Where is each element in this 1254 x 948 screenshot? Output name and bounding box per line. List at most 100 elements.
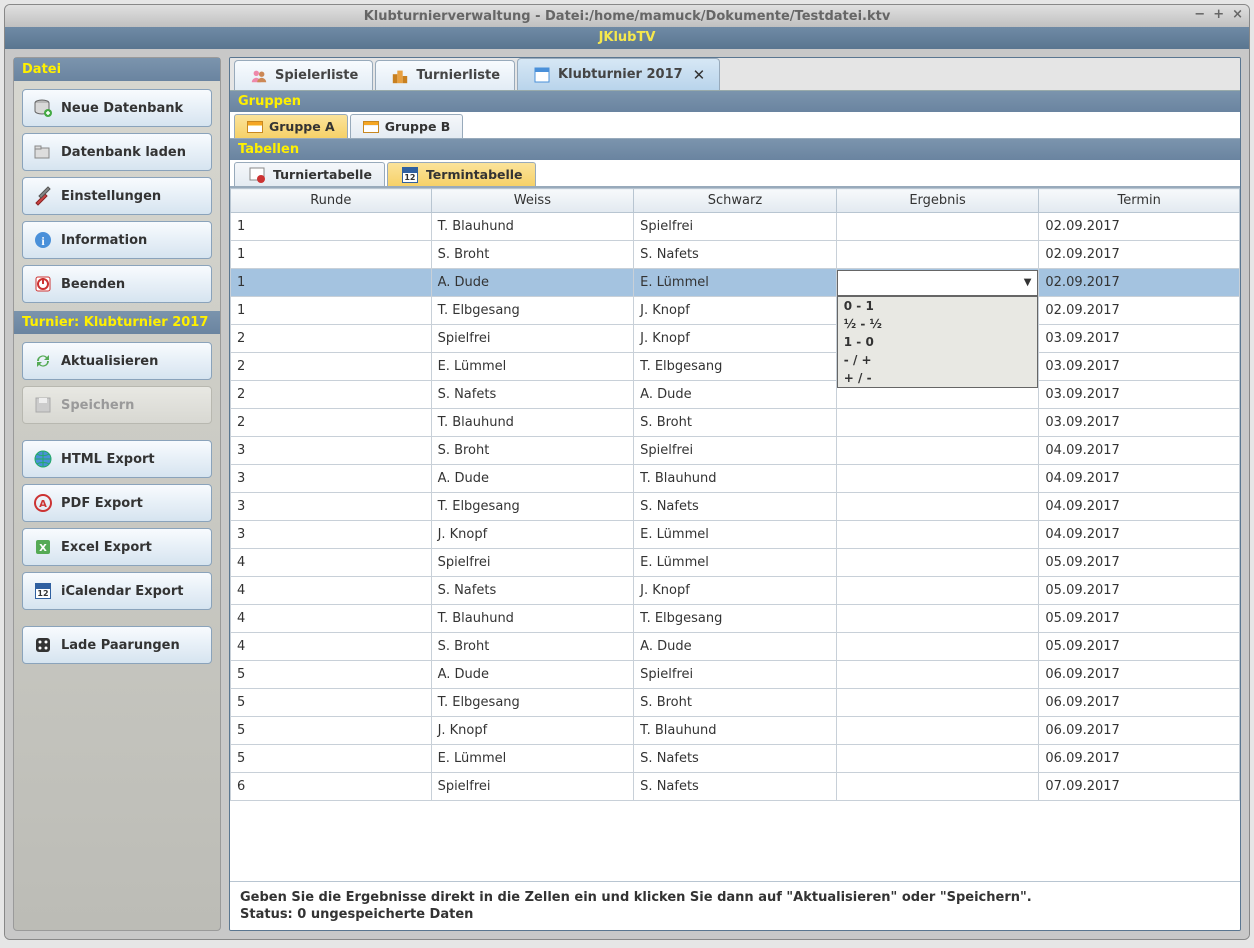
cell[interactable]: S. Broht bbox=[431, 633, 634, 661]
tab-tournaments[interactable]: Turnierliste bbox=[375, 60, 515, 90]
pdf-export-button[interactable]: A PDF Export bbox=[22, 484, 212, 522]
cell[interactable]: E. Lümmel bbox=[634, 549, 837, 577]
date-cell[interactable]: 07.09.2017 bbox=[1039, 773, 1240, 801]
icalendar-export-button[interactable]: iCalendar Export bbox=[22, 572, 212, 610]
minimize-icon[interactable]: − bbox=[1194, 7, 1205, 22]
cell[interactable]: 4 bbox=[231, 577, 432, 605]
refresh-button[interactable]: Aktualisieren bbox=[22, 342, 212, 380]
html-export-button[interactable]: HTML Export bbox=[22, 440, 212, 478]
cell[interactable]: Spielfrei bbox=[431, 773, 634, 801]
table-row[interactable]: 2S. NafetsA. Dude03.09.2017 bbox=[231, 381, 1240, 409]
result-cell[interactable] bbox=[836, 549, 1039, 577]
date-cell[interactable]: 05.09.2017 bbox=[1039, 605, 1240, 633]
cell[interactable]: 2 bbox=[231, 325, 432, 353]
maximize-icon[interactable]: + bbox=[1213, 7, 1224, 22]
cell[interactable]: 1 bbox=[231, 241, 432, 269]
date-cell[interactable]: 03.09.2017 bbox=[1039, 325, 1240, 353]
cell[interactable]: 2 bbox=[231, 409, 432, 437]
cell[interactable]: T. Blauhund bbox=[634, 717, 837, 745]
cell[interactable]: J. Knopf bbox=[634, 325, 837, 353]
cell[interactable]: E. Lümmel bbox=[431, 745, 634, 773]
date-cell[interactable]: 03.09.2017 bbox=[1039, 381, 1240, 409]
cell[interactable]: 2 bbox=[231, 353, 432, 381]
cell[interactable]: S. Broht bbox=[634, 689, 837, 717]
cell[interactable]: 3 bbox=[231, 521, 432, 549]
cell[interactable]: Spielfrei bbox=[634, 661, 837, 689]
table-row[interactable]: 5T. ElbgesangS. Broht 06.09.2017 bbox=[231, 689, 1240, 717]
cell[interactable]: 1 bbox=[231, 269, 432, 297]
cell[interactable]: 5 bbox=[231, 689, 432, 717]
table-row[interactable]: 1A. DudeE. Lümmel▼0 - 1½ - ½1 - 0- / ++ … bbox=[231, 269, 1240, 297]
cell[interactable]: 4 bbox=[231, 605, 432, 633]
dropdown-option[interactable]: ½ - ½ bbox=[838, 315, 1038, 333]
table-row[interactable]: 3T. ElbgesangS. Nafets 04.09.2017 bbox=[231, 493, 1240, 521]
cell[interactable]: T. Blauhund bbox=[431, 605, 634, 633]
result-cell[interactable]: ▼0 - 1½ - ½1 - 0- / ++ / - bbox=[836, 269, 1039, 297]
load-database-button[interactable]: Datenbank laden bbox=[22, 133, 212, 171]
date-cell[interactable]: 03.09.2017 bbox=[1039, 353, 1240, 381]
result-cell[interactable] bbox=[836, 633, 1039, 661]
cell[interactable]: 1 bbox=[231, 297, 432, 325]
dropdown-option[interactable]: + / - bbox=[838, 369, 1038, 387]
table-row[interactable]: 1T. ElbgesangJ. Knopf02.09.2017 bbox=[231, 297, 1240, 325]
table-row[interactable]: 3S. BrohtSpielfrei04.09.2017 bbox=[231, 437, 1240, 465]
cell[interactable]: A. Dude bbox=[634, 633, 837, 661]
table-row[interactable]: 5J. KnopfT. Blauhund06.09.2017 bbox=[231, 717, 1240, 745]
tab-tournament-table[interactable]: Turniertabelle bbox=[234, 162, 385, 186]
result-cell[interactable] bbox=[836, 661, 1039, 689]
cell[interactable]: Spielfrei bbox=[634, 437, 837, 465]
cell[interactable]: 1 bbox=[231, 213, 432, 241]
dropdown-option[interactable]: 0 - 1 bbox=[838, 297, 1038, 315]
close-tab-icon[interactable]: ✕ bbox=[693, 66, 706, 84]
excel-export-button[interactable]: X Excel Export bbox=[22, 528, 212, 566]
col-white[interactable]: Weiss bbox=[431, 189, 634, 213]
table-row[interactable]: 4T. BlauhundT. Elbgesang05.09.2017 bbox=[231, 605, 1240, 633]
cell[interactable]: J. Knopf bbox=[431, 717, 634, 745]
result-cell[interactable] bbox=[836, 465, 1039, 493]
date-cell[interactable]: 05.09.2017 bbox=[1039, 633, 1240, 661]
col-date[interactable]: Termin bbox=[1039, 189, 1240, 213]
result-cell[interactable] bbox=[836, 213, 1039, 241]
date-cell[interactable]: 06.09.2017 bbox=[1039, 689, 1240, 717]
cell[interactable]: J. Knopf bbox=[431, 521, 634, 549]
result-cell[interactable] bbox=[836, 605, 1039, 633]
table-row[interactable]: 2T. BlauhundS. Broht03.09.2017 bbox=[231, 409, 1240, 437]
cell[interactable]: J. Knopf bbox=[634, 297, 837, 325]
date-cell[interactable]: 05.09.2017 bbox=[1039, 577, 1240, 605]
result-cell[interactable] bbox=[836, 577, 1039, 605]
cell[interactable]: 4 bbox=[231, 549, 432, 577]
date-cell[interactable]: 06.09.2017 bbox=[1039, 745, 1240, 773]
cell[interactable]: T. Elbgesang bbox=[431, 689, 634, 717]
tab-klubturnier-2017[interactable]: Klubturnier 2017 ✕ bbox=[517, 58, 720, 90]
col-black[interactable]: Schwarz bbox=[634, 189, 837, 213]
cell[interactable]: T. Blauhund bbox=[431, 409, 634, 437]
cell[interactable]: 5 bbox=[231, 717, 432, 745]
date-cell[interactable]: 04.09.2017 bbox=[1039, 437, 1240, 465]
cell[interactable]: 6 bbox=[231, 773, 432, 801]
tab-schedule-table[interactable]: Termintabelle bbox=[387, 162, 536, 186]
cell[interactable]: 5 bbox=[231, 661, 432, 689]
date-cell[interactable]: 04.09.2017 bbox=[1039, 493, 1240, 521]
cell[interactable]: 2 bbox=[231, 381, 432, 409]
cell[interactable]: E. Lümmel bbox=[634, 269, 837, 297]
cell[interactable]: 3 bbox=[231, 493, 432, 521]
cell[interactable]: S. Broht bbox=[431, 241, 634, 269]
cell[interactable]: A. Dude bbox=[431, 465, 634, 493]
settings-button[interactable]: Einstellungen bbox=[22, 177, 212, 215]
close-icon[interactable]: × bbox=[1232, 7, 1243, 22]
cell[interactable]: 4 bbox=[231, 633, 432, 661]
tab-players[interactable]: Spielerliste bbox=[234, 60, 373, 90]
table-row[interactable]: 1S. BrohtS. Nafets02.09.2017 bbox=[231, 241, 1240, 269]
col-round[interactable]: Runde bbox=[231, 189, 432, 213]
cell[interactable]: T. Elbgesang bbox=[431, 493, 634, 521]
date-cell[interactable]: 02.09.2017 bbox=[1039, 241, 1240, 269]
cell[interactable]: S. Nafets bbox=[634, 493, 837, 521]
result-cell[interactable] bbox=[836, 493, 1039, 521]
result-dropdown-list[interactable]: 0 - 1½ - ½1 - 0- / ++ / - bbox=[837, 296, 1039, 388]
date-cell[interactable]: 02.09.2017 bbox=[1039, 213, 1240, 241]
table-row[interactable]: 3A. DudeT. Blauhund04.09.2017 bbox=[231, 465, 1240, 493]
date-cell[interactable]: 02.09.2017 bbox=[1039, 269, 1240, 297]
date-cell[interactable]: 05.09.2017 bbox=[1039, 549, 1240, 577]
cell[interactable]: S. Broht bbox=[634, 409, 837, 437]
tab-gruppe-a[interactable]: Gruppe A bbox=[234, 114, 348, 138]
